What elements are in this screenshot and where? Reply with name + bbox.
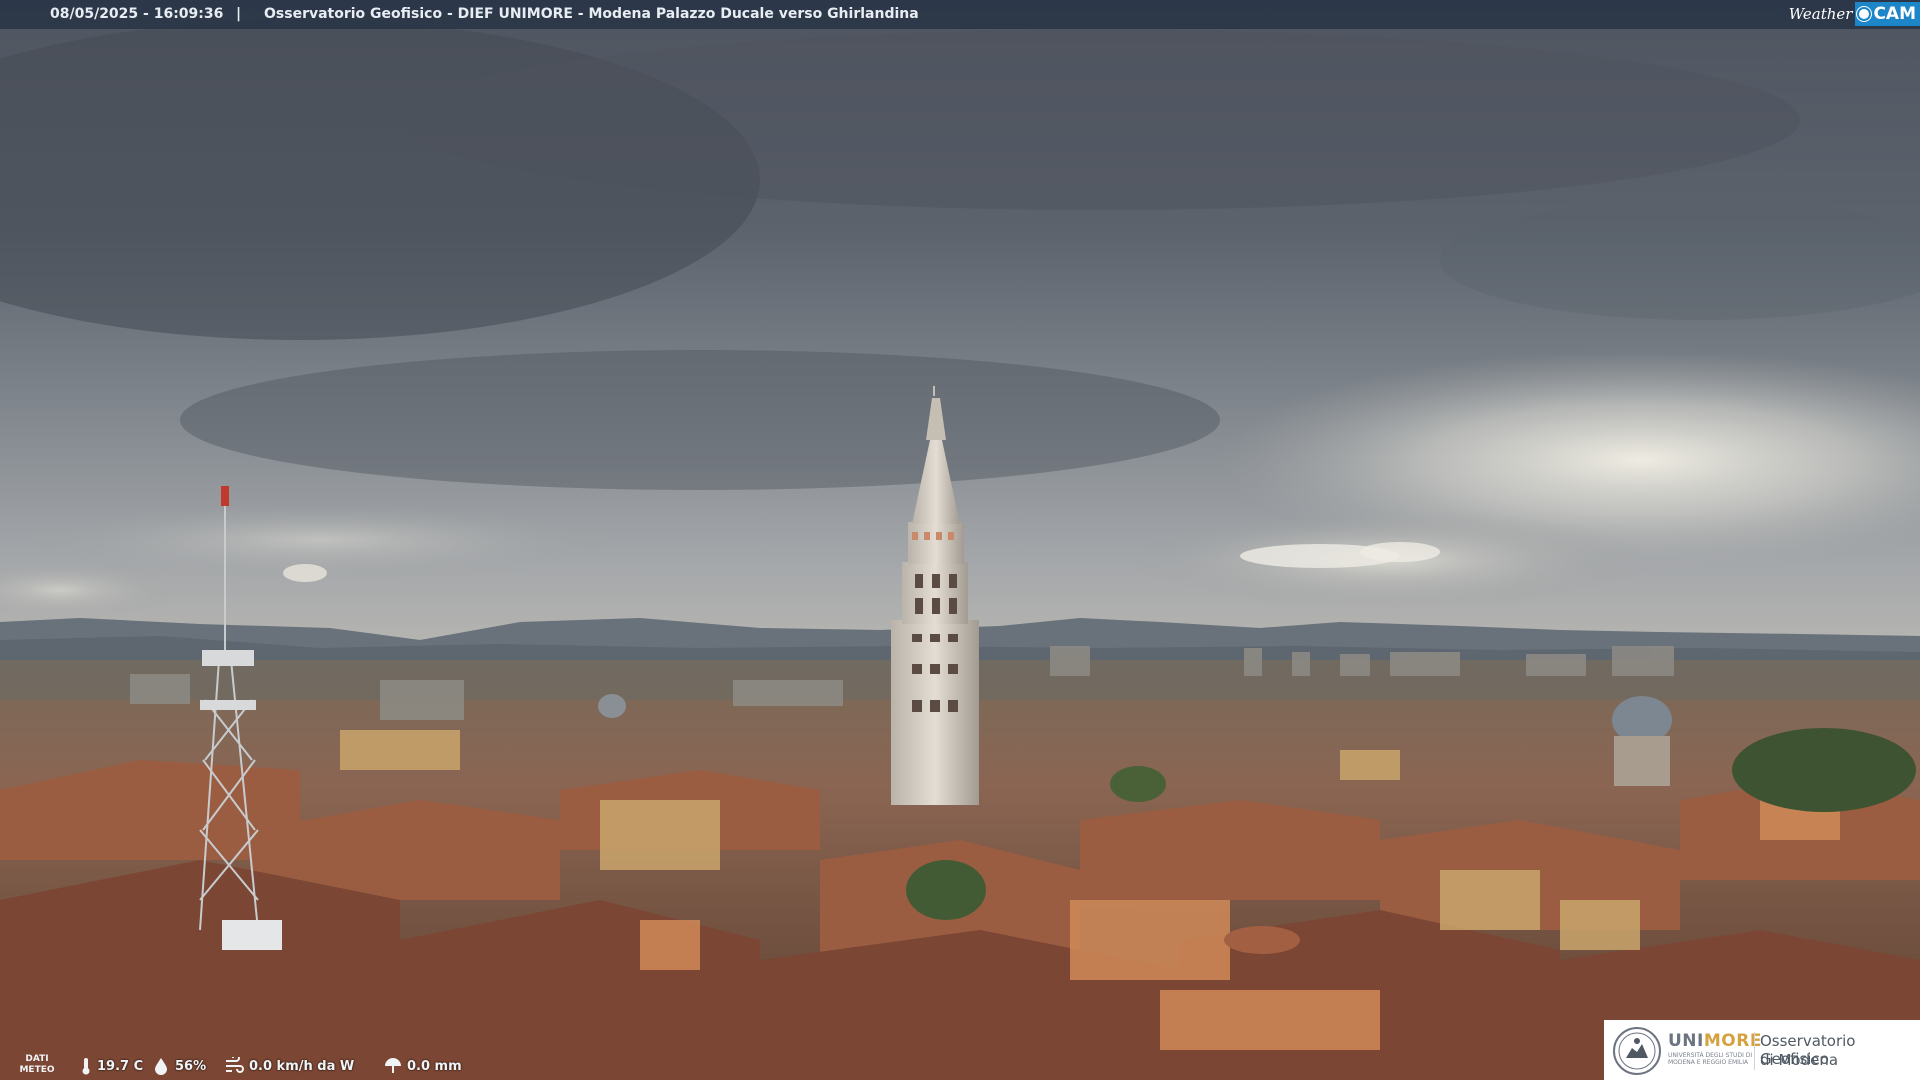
timestamp: 08/05/2025 - 16:09:36: [50, 6, 224, 22]
temperature-value: 19.7 C: [97, 1058, 144, 1074]
wordmark-uni: UNI: [1668, 1031, 1704, 1051]
meteo-label: DATI METEO: [18, 1054, 56, 1076]
webcam-scene: [0, 0, 1920, 1080]
logo-cam-box: CAM: [1855, 1, 1920, 26]
logo-word-weather: Weather: [1788, 4, 1853, 23]
rain-value: 0.0 mm: [407, 1058, 462, 1074]
humidity-value: 56%: [175, 1058, 207, 1074]
humidity-drop-icon: [155, 1058, 167, 1075]
university-seal-icon: [1613, 1027, 1661, 1075]
meteo-label-line2: METEO: [19, 1065, 55, 1075]
wind-value: 0.0 km/h da W: [249, 1058, 355, 1074]
temperature-reading: 19.7 C: [80, 1057, 143, 1075]
logo-word-cam: CAM: [1873, 3, 1916, 24]
observatory-name-line2: di Modena: [1760, 1051, 1839, 1069]
rain-icon: [385, 1058, 401, 1073]
wind-icon: [226, 1057, 244, 1073]
weathercam-logo: Weather CAM: [1789, 0, 1920, 27]
unimore-wordmark: UNIMORE: [1668, 1031, 1762, 1051]
wind-reading: 0.0 km/h da W: [224, 1057, 354, 1075]
university-subtitle: UNIVERSITÀ DEGLI STUDI DI MODENA E REGGI…: [1668, 1052, 1753, 1066]
header-separator: |: [236, 6, 242, 22]
rain-reading: 0.0 mm: [384, 1057, 462, 1075]
header-bar: 08/05/2025 - 16:09:36 | Osservatorio Geo…: [0, 0, 1920, 29]
meteo-label-line1: DATI: [25, 1054, 49, 1064]
camera-lens-icon: [1857, 6, 1872, 21]
camera-title: Osservatorio Geofisico - DIEF UNIMORE - …: [264, 6, 919, 22]
logo-divider: [1754, 1032, 1755, 1070]
humidity-reading: 56%: [152, 1057, 206, 1075]
unimore-logo-panel: UNIMORE UNIVERSITÀ DEGLI STUDI DI MODENA…: [1604, 1020, 1920, 1080]
meteo-bar: DATI METEO 19.7 C 56% 0.0 km/h da W 0.0 …: [0, 1050, 1600, 1080]
thermometer-icon: [82, 1058, 90, 1075]
